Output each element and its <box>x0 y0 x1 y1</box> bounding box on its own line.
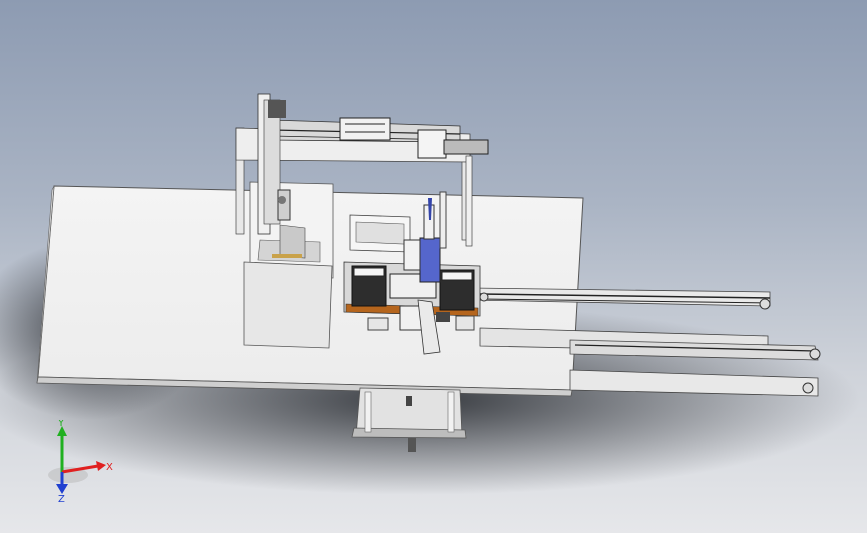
z-axis-label: Z <box>58 494 65 505</box>
x-arrowhead <box>96 461 106 471</box>
coordinate-triad: Y X Z <box>48 420 113 505</box>
z-arrowhead <box>56 484 68 494</box>
assembly-model[interactable] <box>0 0 867 533</box>
y-axis-label: Y <box>57 420 65 429</box>
cad-viewport[interactable]: Y X Z <box>0 0 867 533</box>
x-axis-label: X <box>106 462 113 473</box>
gantry-right-post <box>465 155 473 247</box>
